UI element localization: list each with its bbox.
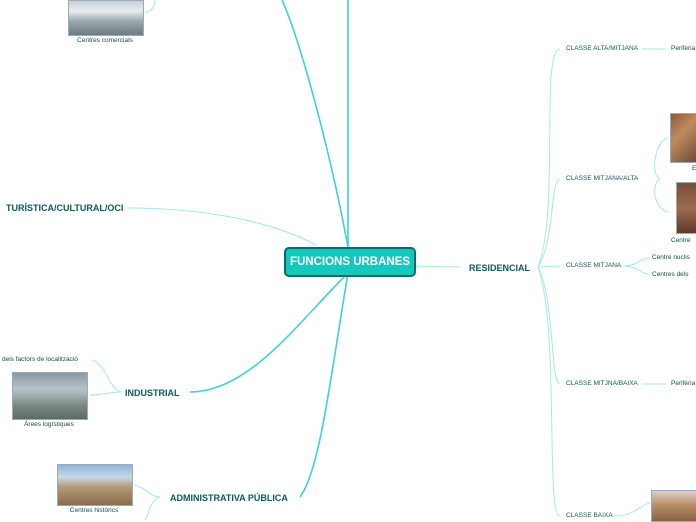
old-buildings-image <box>651 490 696 522</box>
node-residencial[interactable]: RESIDENCIAL <box>469 263 530 273</box>
class-mitjana[interactable]: CLASSE MITJANA <box>566 262 621 269</box>
class-mitjana-alta[interactable]: CLASSE MITJANA/ALTA <box>566 175 638 182</box>
eixample-aerial-image <box>670 113 696 163</box>
node-turistica[interactable]: TURÍSTICA/CULTURAL/OCI <box>6 203 123 213</box>
caption-centres-historics: Centres històrics <box>69 507 119 514</box>
caption-centres-comercials: Centres comercials <box>77 37 133 44</box>
leaf-periferia-1[interactable]: Perifèria <box>671 45 695 52</box>
caption-arees-logistiques: Àrees logístiques <box>24 421 74 428</box>
logistics-area-image <box>12 372 88 420</box>
class-mitjna-baixa[interactable]: CLASSE MITJNA/BAIXA <box>566 380 638 387</box>
leaf-eixample[interactable]: E <box>692 165 696 172</box>
node-administrativa[interactable]: ADMINISTRATIVA PÚBLICA <box>170 493 288 503</box>
node-industrial[interactable]: INDUSTRIAL <box>125 388 180 398</box>
class-alta-mitjana[interactable]: CLASSE ALTA/MITJANA <box>566 45 638 52</box>
leaf-centre[interactable]: Centre <box>671 237 691 244</box>
leaf-factors-localitzacio[interactable]: dels factors de localització <box>2 356 78 363</box>
building-image <box>676 182 696 234</box>
leaf-periferia-2[interactable]: Perifèria <box>671 380 695 387</box>
root-node[interactable]: FUNCIONS URBANES <box>284 247 416 277</box>
class-baixa[interactable]: CLASSE BAIXA <box>566 512 613 519</box>
shopping-center-image <box>68 0 144 36</box>
leaf-centres-dels[interactable]: Centres dels <box>652 271 689 278</box>
historic-center-image <box>57 464 133 506</box>
leaf-centre-nuclis[interactable]: Centre nuclis <box>652 254 690 261</box>
